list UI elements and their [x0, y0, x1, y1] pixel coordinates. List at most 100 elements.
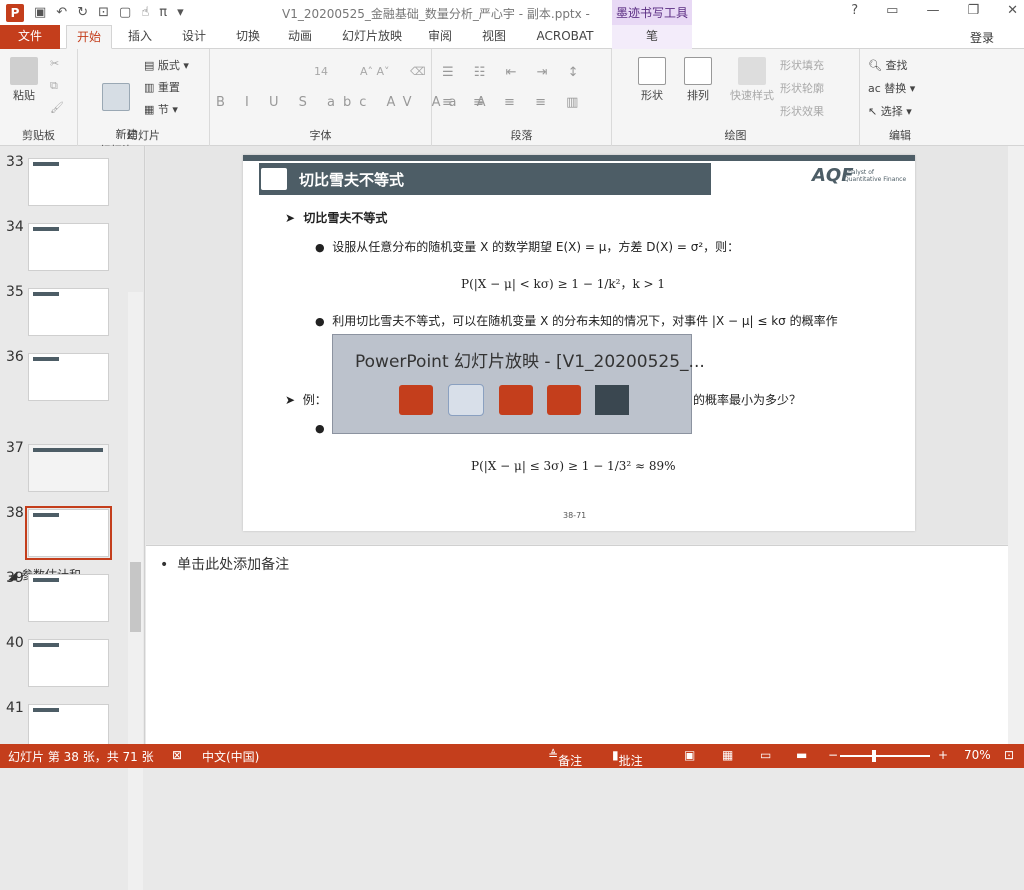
- layout-button[interactable]: ▤ 版式 ▾: [144, 57, 189, 73]
- notes-pane[interactable]: • 单击此处添加备注: [146, 545, 1008, 744]
- editing-group: 🔍︎ 查找 ac 替换 ▾ ↖ 选择 ▾ 编辑: [860, 49, 940, 146]
- slide-count: 幻灯片 第 38 张，共 71 张: [8, 750, 154, 764]
- bullet-2-text: 利用切比雪夫不等式，可以在随机变量 X 的分布未知的情况下，对事件 |X − μ…: [332, 314, 838, 328]
- redo-icon[interactable]: ↻: [77, 5, 88, 20]
- slideshow-icon[interactable]: ⊡: [98, 5, 109, 20]
- normal-view-icon[interactable]: ▣: [684, 748, 695, 762]
- language-indicator[interactable]: 中文(中国): [202, 748, 259, 765]
- scrollbar-thumb[interactable]: [130, 562, 141, 632]
- format-painter-icon[interactable]: 🖌: [50, 101, 64, 114]
- tab-design[interactable]: 设计: [174, 25, 214, 49]
- select-label: 选择: [880, 105, 903, 118]
- slide-thumbnail[interactable]: [28, 288, 109, 336]
- find-button[interactable]: 🔍︎ 查找: [868, 57, 907, 73]
- reset-button[interactable]: ▥ 重置: [144, 79, 180, 95]
- shape-effect-button[interactable]: 形状效果: [780, 103, 824, 119]
- tab-acrobat[interactable]: ACROBAT: [528, 25, 602, 49]
- slide-top-line: [243, 155, 915, 161]
- restore-icon[interactable]: ❐: [967, 3, 979, 18]
- title-bar: P ▣ ↶ ↻ ⊡ ▢ ☝ π ▾ V1_20200525_金融基础_数量分析_…: [0, 0, 1024, 25]
- reading-view-icon[interactable]: ▭: [760, 748, 771, 762]
- slideshow-view-icon[interactable]: ▬: [796, 748, 807, 762]
- window-switcher-popup[interactable]: PowerPoint 幻灯片放映 - [V1_20200525_...: [332, 334, 705, 434]
- zoom-slider[interactable]: [840, 755, 930, 757]
- new-file-icon[interactable]: ▢: [119, 5, 131, 20]
- slide-thumbnail-selected[interactable]: [25, 506, 112, 560]
- section-button[interactable]: ▦ 节 ▾: [144, 101, 178, 117]
- thumbnail-scrollbar[interactable]: [128, 292, 143, 890]
- slide-thumbnail[interactable]: [28, 639, 109, 687]
- arrange-button[interactable]: 排列: [678, 57, 718, 103]
- tab-pen[interactable]: 笔: [612, 25, 692, 49]
- undo-icon[interactable]: ↶: [56, 5, 67, 20]
- shape-outline-button[interactable]: 形状轮廓: [780, 80, 824, 96]
- copy-icon[interactable]: ⧉: [50, 79, 58, 93]
- find-icon: 🔍︎: [868, 59, 882, 72]
- shape-fill-button[interactable]: 形状填充: [780, 57, 824, 73]
- tab-review[interactable]: 审阅: [420, 25, 460, 49]
- customize-toolbar-icon[interactable]: ▾: [177, 5, 184, 20]
- clipboard-group: 粘贴 ✂ ⧉ 🖌 剪贴板: [0, 49, 78, 146]
- quick-style-icon: [738, 57, 766, 85]
- spellcheck-icon[interactable]: ⊠: [172, 748, 182, 762]
- thumb-number: 33: [6, 154, 24, 170]
- powerpoint-window-icon[interactable]: [399, 385, 433, 415]
- tab-slideshow[interactable]: 幻灯片放映: [332, 25, 412, 49]
- minimize-icon[interactable]: —: [926, 3, 939, 18]
- comments-toggle-label: 批注: [618, 754, 643, 768]
- powerpoint-window-icon[interactable]: [547, 385, 581, 415]
- save-icon[interactable]: ▣: [34, 5, 46, 20]
- logo-subtext: Analyst of Quantitative Finance: [844, 169, 907, 183]
- slide-thumbnail[interactable]: [28, 444, 109, 492]
- list-buttons[interactable]: ☰ ☷ ⇤ ⇥ ↕: [442, 65, 587, 80]
- drawing-group: 形状 排列 快速样式 形状填充 形状轮廓 形状效果 绘图: [612, 49, 860, 146]
- select-icon: ↖: [868, 105, 878, 118]
- close-icon[interactable]: ✕: [1007, 3, 1018, 18]
- tab-home[interactable]: 开始: [66, 25, 112, 49]
- font-size-select[interactable]: 14: [314, 65, 328, 78]
- help-icon[interactable]: ?: [851, 3, 858, 18]
- zoom-in-icon[interactable]: +: [938, 748, 948, 762]
- tab-view[interactable]: 视图: [474, 25, 514, 49]
- align-buttons[interactable]: ≡ ≡ ≡ ≡ ▥: [442, 95, 586, 110]
- comments-toggle[interactable]: ▮ 批注: [612, 748, 643, 768]
- equation-icon[interactable]: π: [159, 5, 167, 20]
- notes-toggle[interactable]: ≜ 备注: [548, 748, 582, 768]
- select-button[interactable]: ↖ 选择 ▾: [868, 103, 912, 119]
- zoom-slider-thumb[interactable]: [872, 750, 876, 762]
- find-label: 查找: [885, 59, 908, 72]
- slide-page-number: 38-71: [563, 511, 587, 520]
- grow-font-icon[interactable]: A˄ A˅: [360, 65, 390, 78]
- replace-button[interactable]: ac 替换 ▾: [868, 80, 915, 96]
- slide-thumbnail[interactable]: [28, 574, 109, 622]
- login-link[interactable]: 登录: [970, 29, 994, 46]
- thumb-number: 36: [6, 349, 24, 365]
- document-title: V1_20200525_金融基础_数量分析_严心宇 - 副本.pptx - ..…: [282, 7, 592, 21]
- touch-mode-icon[interactable]: ☝: [141, 5, 149, 20]
- zoom-out-icon[interactable]: −: [828, 748, 838, 762]
- tab-insert[interactable]: 插入: [120, 25, 160, 49]
- clear-format-icon[interactable]: ⌫: [410, 65, 426, 78]
- cut-icon[interactable]: ✂: [50, 57, 59, 70]
- quick-style-button[interactable]: 快速样式: [724, 57, 780, 103]
- example-line: ➤ 例：: [285, 393, 327, 407]
- tab-file[interactable]: 文件: [0, 25, 60, 49]
- slide-thumbnail[interactable]: [28, 223, 109, 271]
- tab-transitions[interactable]: 切换: [228, 25, 268, 49]
- slide-scrollbar[interactable]: [1008, 146, 1024, 744]
- fit-to-window-icon[interactable]: ⊡: [1004, 748, 1014, 762]
- window-controls: ? ▭ — ❐ ✕: [851, 3, 1018, 18]
- desktop-window-icon[interactable]: [595, 385, 629, 415]
- slide-thumbnail[interactable]: [28, 158, 109, 206]
- powerpoint-window-icon[interactable]: [499, 385, 533, 415]
- powerpoint-window-icon[interactable]: [448, 384, 484, 416]
- tab-animations[interactable]: 动画: [280, 25, 320, 49]
- zoom-level[interactable]: 70%: [964, 748, 991, 762]
- presentation-icon: [261, 168, 287, 190]
- ribbon-options-icon[interactable]: ▭: [886, 3, 898, 18]
- slide-sorter-icon[interactable]: ▦: [722, 748, 733, 762]
- bullet-dot: ●: [315, 241, 325, 254]
- shape-button[interactable]: 形状: [632, 57, 672, 103]
- slide-thumbnail[interactable]: [28, 353, 109, 401]
- paste-button[interactable]: 粘贴: [6, 57, 42, 103]
